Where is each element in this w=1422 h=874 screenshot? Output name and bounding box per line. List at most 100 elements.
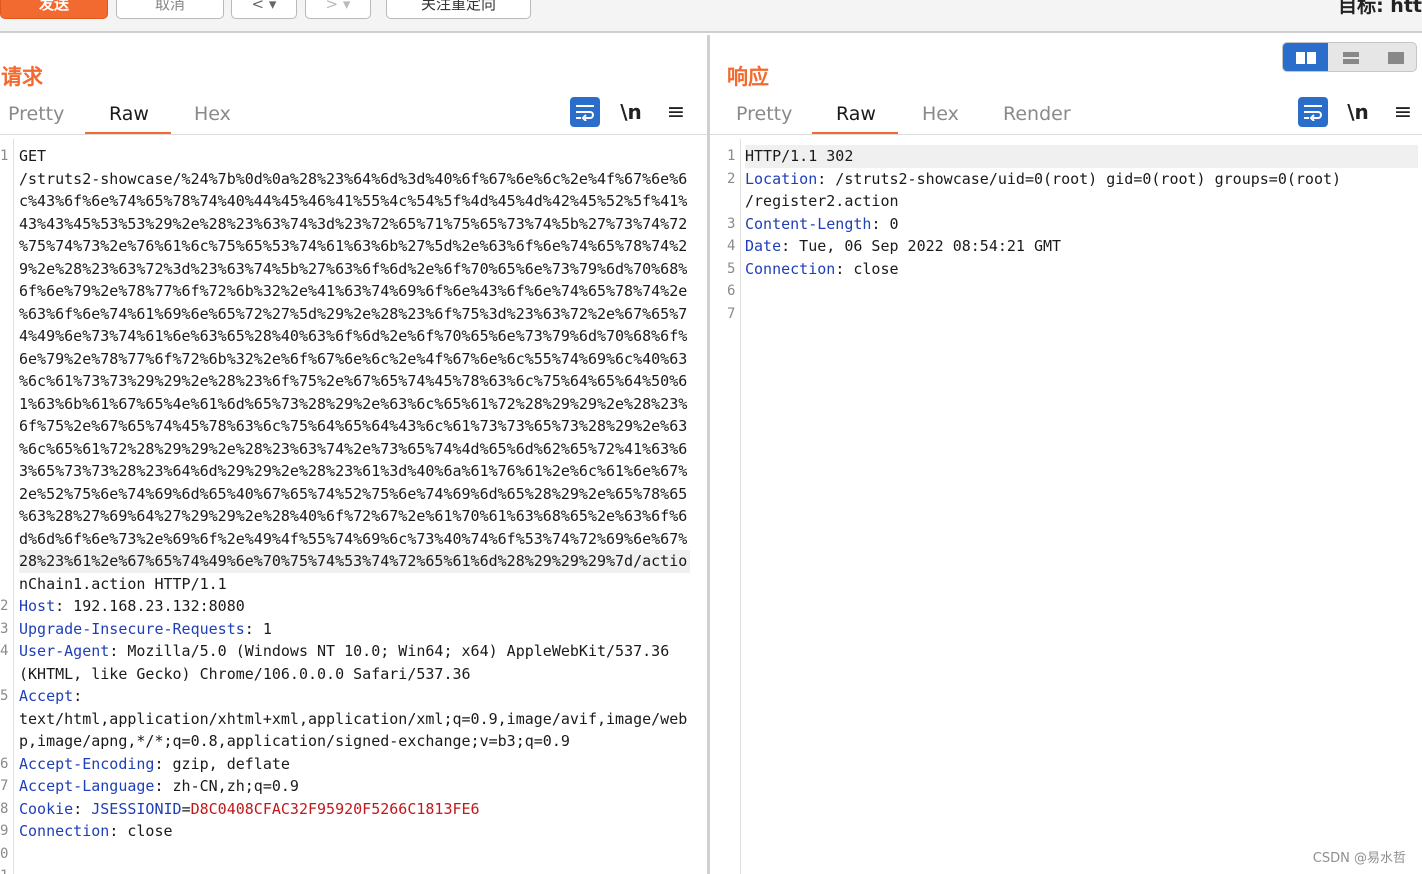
header-value: Tue, 06 Sep 2022 08:54:21 GMT [790, 237, 1062, 255]
forward-dropdown-icon: ▾ [338, 0, 351, 13]
line-number: 2 [0, 598, 9, 614]
line-text: %6c%65%61%72%28%29%29%2e%28%23%63%74%2e%… [19, 439, 688, 458]
cancel-button[interactable]: 取消 [116, 0, 224, 19]
header-value: 0 [880, 214, 899, 233]
code-line: Accept-Language: zh-CN,zh;q=0.9 [19, 775, 299, 798]
header-name: Cookie [19, 799, 74, 818]
code-line: Accept-Encoding: gzip, deflate [19, 753, 290, 776]
top-toolbar: 发送 取消 < ▾ > ▾ 关注重定向 目标: htt [0, 0, 1422, 33]
code-line: Accept: [19, 685, 82, 708]
line-number: 8 [0, 800, 9, 817]
code-line: text/html,application/xhtml+xml,applicat… [19, 708, 687, 731]
request-tab-pretty[interactable]: Pretty [8, 99, 64, 135]
newline-toggle-icon[interactable]: \n [616, 97, 646, 127]
code-line: HTTP/1.1 302 [745, 145, 1418, 168]
header-value: gzip, deflate [163, 754, 290, 773]
code-line: 43%43%45%53%53%29%2e%28%23%63%74%3d%23%7… [19, 213, 687, 236]
response-tab-raw[interactable]: Raw [812, 99, 898, 135]
back-dropdown-icon: ▾ [264, 0, 277, 13]
line-text: 6e%79%2e%78%77%6f%72%6b%32%2e%6f%67%6e%6… [19, 349, 688, 368]
code-line: 6f%75%2e%67%65%74%45%78%63%6c%75%64%65%6… [19, 415, 687, 438]
response-editor[interactable]: 1 HTTP/1.1 302 2 Location: /struts2-showcas… [710, 139, 1422, 874]
code-line: Host: 192.168.23.132:8080 [19, 595, 245, 618]
line-number: 1 [0, 148, 9, 164]
request-tab-hex[interactable]: Hex [194, 99, 231, 135]
header-name: Accept-Encoding [19, 754, 155, 773]
header-value: Mozilla/5.0 (Windows NT 10.0; Win64; x64… [118, 642, 670, 660]
line-text: d%6d%6f%6e%73%2e%69%6f%2e%49%4f%55%74%69… [19, 529, 688, 548]
request-title: 请求 [1, 65, 43, 89]
header-colon: : [154, 754, 164, 773]
code-line: %6c%61%73%73%29%29%2e%28%23%6f%75%2e%67%… [19, 370, 687, 393]
line-number: 0 [0, 845, 9, 862]
back-button[interactable]: < ▾ [231, 0, 297, 19]
code-line: d%6d%6f%6e%73%2e%69%6f%2e%49%4f%55%74%69… [19, 528, 687, 551]
line-number: 1 [727, 148, 736, 164]
line-text: c%43%6f%6e%74%65%78%74%40%44%45%46%41%55… [19, 192, 688, 210]
header-name: User-Agent [19, 642, 110, 660]
header-name: Upgrade-Insecure-Requests [19, 619, 245, 638]
header-name: Location [745, 169, 818, 188]
line-text: 28%23%61%2e%67%65%74%49%6e%70%75%74%53%7… [19, 552, 688, 570]
line-text: text/html,application/xhtml+xml,applicat… [19, 709, 688, 728]
layout-stacked-icon[interactable] [1328, 43, 1373, 71]
line-number: 5 [0, 688, 9, 704]
line-text: (KHTML, like Gecko) Chrome/106.0.0.0 Saf… [19, 664, 471, 683]
response-tab-pretty[interactable]: Pretty [736, 99, 792, 135]
code-line: 3%65%73%73%28%23%64%6d%29%29%2e%28%23%61… [19, 460, 687, 483]
response-tab-divider [710, 134, 1422, 135]
line-number: 4 [0, 643, 9, 659]
header-colon: : [73, 799, 83, 818]
cookie-equals: = [181, 799, 191, 818]
line-text: /struts2-showcase/%24%7b%0d%0a%28%23%64%… [19, 169, 688, 188]
layout-tabbed-icon[interactable] [1373, 43, 1416, 71]
header-colon: : [781, 237, 791, 255]
code-line: %75%74%73%2e%76%61%6c%75%65%53%74%61%63%… [19, 235, 687, 258]
code-line: (KHTML, like Gecko) Chrome/106.0.0.0 Saf… [19, 663, 471, 686]
line-number: 6 [727, 283, 736, 299]
response-tab-render[interactable]: Render [1003, 99, 1071, 135]
menu-icon[interactable]: ≡ [1388, 97, 1418, 127]
menu-icon[interactable]: ≡ [661, 97, 691, 127]
line-number: 4 [727, 238, 736, 254]
word-wrap-icon[interactable] [570, 97, 600, 127]
line-text: /register2.action [745, 192, 899, 210]
forward-button[interactable]: > ▾ [305, 0, 371, 19]
line-number: 1 [0, 865, 8, 874]
code-line: 2e%52%75%6e%74%69%6d%65%40%67%65%74%52%7… [19, 483, 687, 506]
back-arrow-label: < [251, 0, 265, 13]
line-number: 3 [0, 620, 9, 637]
code-line: /register2.action [745, 190, 899, 213]
layout-side-by-side-icon[interactable] [1283, 43, 1328, 71]
follow-redirect-button[interactable]: 关注重定向 [386, 0, 531, 19]
line-text: 6f%75%2e%67%65%74%45%78%63%6c%75%64%65%6… [19, 417, 688, 435]
code-line: Upgrade-Insecure-Requests: 1 [19, 618, 272, 641]
header-colon: : [109, 822, 119, 840]
target-label[interactable]: 目标: htt [1338, 0, 1422, 18]
watermark: CSDN @易水哲 [1312, 851, 1406, 866]
header-name: Accept-Language [19, 777, 155, 795]
code-line: %63%6f%6e%74%61%69%6e%65%72%27%5d%29%2e%… [19, 303, 687, 326]
request-tab-divider [0, 134, 707, 135]
code-line: %6c%65%61%72%28%29%29%2e%28%23%63%74%2e%… [19, 438, 687, 461]
request-tab-raw[interactable]: Raw [85, 99, 171, 135]
newline-toggle-icon[interactable]: \n [1343, 97, 1373, 127]
line-text: 43%43%45%53%53%29%2e%28%23%63%74%3d%23%7… [19, 214, 688, 233]
header-name: Accept [19, 687, 74, 705]
line-number: 6 [0, 755, 9, 772]
code-line: nChain1.action HTTP/1.1 [19, 573, 227, 596]
header-name: Host [19, 597, 56, 615]
header-colon: : [55, 597, 65, 615]
send-button[interactable]: 发送 [0, 0, 108, 19]
cookie-name: JSESSIONID [91, 799, 182, 818]
line-text: HTTP/1.1 302 [745, 147, 854, 165]
response-tab-hex[interactable]: Hex [922, 99, 959, 135]
word-wrap-icon[interactable] [1298, 97, 1328, 127]
line-text: p,image/apng,*/*;q=0.8,application/signe… [19, 732, 570, 750]
code-line: 6e%79%2e%78%77%6f%72%6b%32%2e%6f%67%6e%6… [19, 348, 687, 371]
code-line: %63%28%27%69%64%27%29%29%2e%28%40%6f%72%… [19, 505, 687, 528]
line-text: 1%63%6b%61%67%65%4e%61%6d%65%73%28%29%2e… [19, 394, 688, 413]
request-editor[interactable]: 1 GET/struts2-showcase/%24%7b%0d%0a%28%23… [0, 139, 707, 874]
layout-toggle [1282, 42, 1417, 72]
line-text: %63%28%27%69%64%27%29%29%2e%28%40%6f%72%… [19, 507, 688, 525]
